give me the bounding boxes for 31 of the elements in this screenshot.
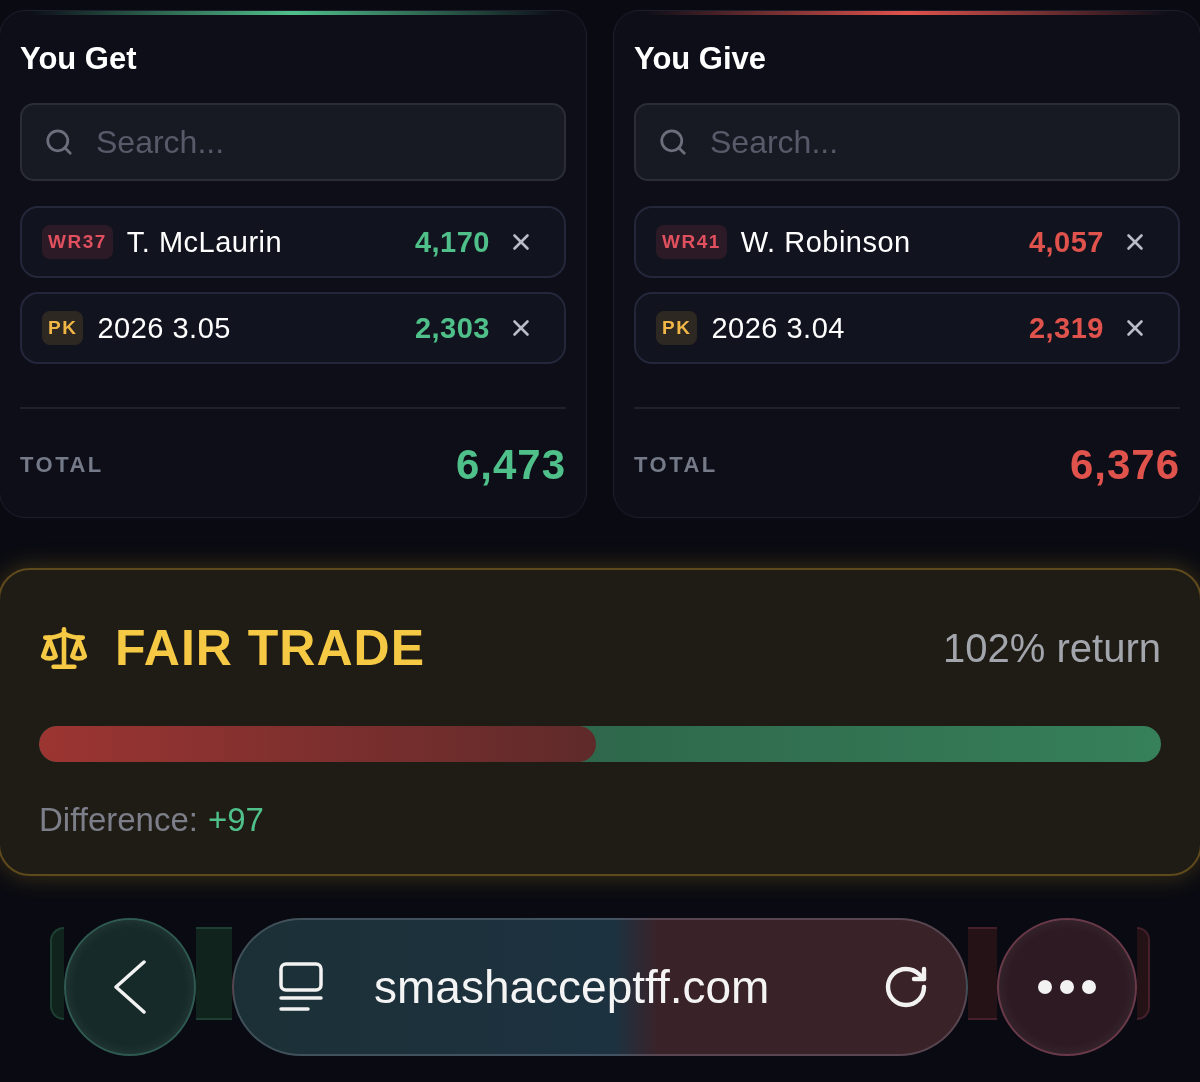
address-bar[interactable]: smashacceptff.com [232,918,968,1056]
asset-value: 2,319 [1028,311,1104,345]
page-menu-icon[interactable] [278,962,324,1012]
search-icon [44,127,74,157]
asset-name: 2026 3.05 [97,311,232,345]
total-value: 6,473 [455,441,566,489]
difference-label: Difference: [39,800,198,840]
card-title: You Get [20,41,138,77]
asset-value: 2,303 [414,311,490,345]
position-badge: WR37 [42,225,113,259]
asset-name: 2026 3.04 [711,311,846,345]
search-field[interactable]: Search... [634,103,1180,181]
asset-value: 4,170 [414,225,490,259]
asset-name: W. Robinson [740,225,912,259]
difference-value: +97 [208,800,264,840]
card-title: You Give [634,41,768,77]
return-text: 102% return [943,625,1161,671]
search-icon [658,127,688,157]
position-badge: PK [656,311,698,345]
url-text: smashacceptff.com [374,960,771,1014]
asset-value: 4,057 [1028,225,1104,259]
position-badge: PK [42,311,84,345]
total-label: TOTAL [634,452,718,478]
total-label: TOTAL [20,452,104,478]
verdict-title: FAIR TRADE [115,619,425,677]
asset-name: T. McLaurin [126,225,284,259]
search-field[interactable]: Search... [20,103,566,181]
position-badge: WR41 [656,225,727,259]
chevron-left-icon [114,960,146,1014]
total-value: 6,376 [1069,441,1180,489]
more-icon [1038,980,1096,994]
